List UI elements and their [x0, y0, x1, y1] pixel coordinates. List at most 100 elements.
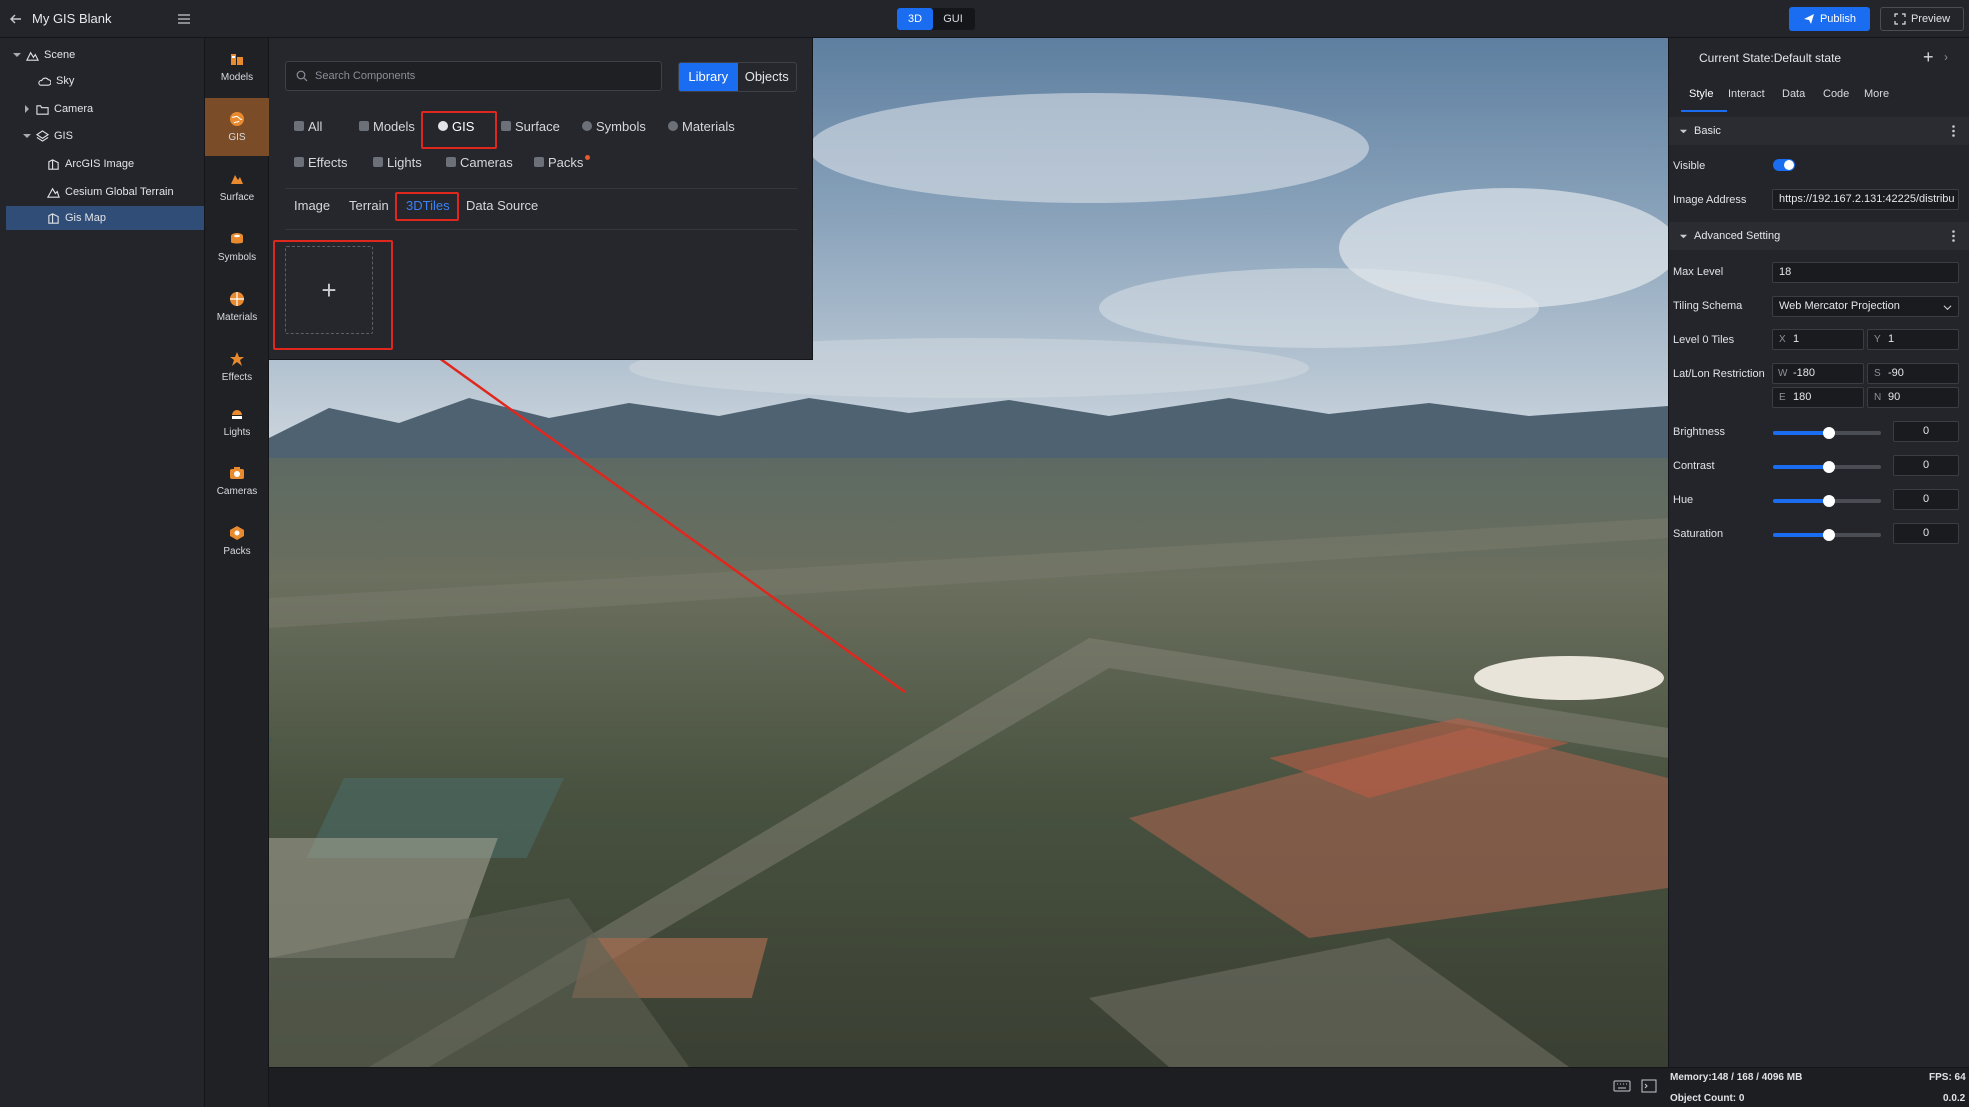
- contrast-slider[interactable]: [1773, 461, 1881, 473]
- tree-item-gis-map[interactable]: Gis Map: [6, 206, 204, 230]
- hue-slider[interactable]: [1773, 495, 1881, 507]
- category-tab-lights[interactable]: Lights: [373, 152, 422, 172]
- add-state-icon[interactable]: +: [1923, 48, 1934, 66]
- subtab-image[interactable]: Image: [294, 196, 330, 216]
- tree-item-label: Camera: [54, 103, 94, 115]
- category-tab-packs[interactable]: Packs: [534, 152, 591, 172]
- category-tab-materials[interactable]: Materials: [668, 116, 735, 136]
- saturation-field[interactable]: 0: [1893, 523, 1959, 544]
- tab-more[interactable]: More: [1864, 88, 1889, 100]
- tab-code[interactable]: Code: [1823, 88, 1849, 100]
- subtab-data-source[interactable]: Data Source: [466, 196, 538, 216]
- rail-label: Surface: [219, 192, 255, 203]
- rail-label: Symbols: [217, 252, 257, 263]
- w-prefix: W: [1778, 368, 1788, 379]
- tab-style[interactable]: Style: [1689, 88, 1713, 100]
- library-button[interactable]: Library: [679, 63, 738, 91]
- saturation-label: Saturation: [1673, 528, 1724, 540]
- brightness-field[interactable]: 0: [1893, 421, 1959, 442]
- symbols-icon: [582, 121, 592, 131]
- s-prefix: S: [1874, 368, 1881, 379]
- rail-item-packs[interactable]: Packs: [205, 512, 269, 570]
- tree-item-label: Gis Map: [65, 212, 106, 224]
- n-prefix: N: [1874, 392, 1882, 403]
- category-tab-effects[interactable]: Effects: [294, 152, 348, 172]
- chevron-down-icon: [1679, 234, 1688, 238]
- tree-item-scene[interactable]: Scene: [0, 43, 204, 67]
- preview-button[interactable]: Preview: [1880, 7, 1964, 31]
- visible-toggle[interactable]: [1773, 159, 1795, 171]
- publish-button[interactable]: Publish: [1789, 7, 1870, 31]
- tree-item-sky[interactable]: Sky: [0, 69, 204, 93]
- back-arrow-icon[interactable]: [8, 11, 24, 27]
- slider-thumb[interactable]: [1823, 495, 1836, 507]
- rail-label: Effects: [221, 372, 253, 383]
- rail-label: Cameras: [216, 486, 258, 497]
- tab-interact[interactable]: Interact: [1728, 88, 1765, 100]
- highlight-3dtiles-tab: [395, 192, 459, 221]
- saturation-slider[interactable]: [1773, 529, 1881, 541]
- rail-item-models[interactable]: Models: [205, 38, 269, 96]
- rail-item-effects[interactable]: Effects: [205, 338, 269, 396]
- tab-data[interactable]: Data: [1782, 88, 1805, 100]
- mode-switch: 3D GUI: [897, 8, 975, 30]
- tiling-schema-select[interactable]: Web Mercator Projection: [1772, 296, 1959, 317]
- image-address-field[interactable]: https://192.167.2.131:42225/distribu: [1772, 189, 1959, 210]
- tree-item-arcgis-image[interactable]: ArcGIS Image: [0, 152, 204, 176]
- terminal-icon[interactable]: [1641, 1079, 1657, 1093]
- chevron-down-icon[interactable]: [22, 131, 32, 141]
- rail-item-gis[interactable]: GIS: [205, 98, 269, 156]
- app-title: My GIS Blank: [32, 11, 112, 26]
- more-vertical-icon[interactable]: [1952, 125, 1955, 137]
- chevron-right-icon[interactable]: [22, 104, 32, 114]
- level0-tiles-label: Level 0 Tiles: [1673, 334, 1735, 346]
- hamburger-menu-icon[interactable]: [176, 11, 192, 27]
- rail-label: GIS: [228, 132, 246, 143]
- effects-icon: [230, 352, 244, 366]
- contrast-field[interactable]: 0: [1893, 455, 1959, 476]
- category-tab-models[interactable]: Models: [359, 116, 415, 136]
- slider-thumb[interactable]: [1823, 529, 1836, 541]
- rail-item-symbols[interactable]: Symbols: [205, 218, 269, 276]
- tree-item-label: Cesium Global Terrain: [65, 186, 174, 198]
- slider-thumb[interactable]: [1823, 461, 1836, 473]
- section-basic-header[interactable]: Basic: [1669, 117, 1969, 145]
- category-tab-cameras[interactable]: Cameras: [446, 152, 513, 172]
- rail-item-surface[interactable]: Surface: [205, 158, 269, 216]
- section-advanced-header[interactable]: Advanced Setting: [1669, 222, 1969, 250]
- chevron-down-icon: [1943, 305, 1952, 311]
- tree-item-gis[interactable]: GIS: [0, 124, 204, 148]
- gis-icon: [36, 129, 49, 142]
- properties-panel: Current State:Default state + › Style In…: [1668, 38, 1969, 1067]
- rail-item-cameras[interactable]: Cameras: [205, 452, 269, 510]
- hue-label: Hue: [1673, 494, 1694, 506]
- category-tab-symbols[interactable]: Symbols: [582, 116, 646, 136]
- tree-item-label: Scene: [44, 49, 76, 61]
- tree-item-cesium-terrain[interactable]: Cesium Global Terrain: [0, 180, 204, 204]
- objects-button[interactable]: Objects: [738, 63, 797, 91]
- search-input[interactable]: Search Components: [285, 61, 662, 91]
- chevron-right-icon[interactable]: ›: [1944, 50, 1948, 64]
- max-level-field[interactable]: 18: [1772, 262, 1959, 283]
- mode-3d-button[interactable]: 3D: [897, 8, 933, 30]
- hue-field[interactable]: 0: [1893, 489, 1959, 510]
- subtab-terrain[interactable]: Terrain: [349, 196, 389, 216]
- category-label: Models: [373, 118, 415, 134]
- category-tab-all[interactable]: All: [294, 116, 322, 136]
- preview-label: Preview: [1910, 13, 1951, 25]
- keyboard-icon[interactable]: [1613, 1080, 1631, 1092]
- brightness-slider[interactable]: [1773, 427, 1881, 439]
- lights-icon: [373, 157, 383, 167]
- rail-label: Packs: [223, 546, 251, 557]
- component-library-panel: Search Components Library Objects All Mo…: [269, 38, 813, 360]
- category-tab-surface[interactable]: Surface: [501, 116, 560, 136]
- library-objects-switch: Library Objects: [678, 62, 797, 92]
- rail-item-materials[interactable]: Materials: [205, 278, 269, 336]
- mode-gui-button[interactable]: GUI: [933, 8, 973, 30]
- rail-item-lights[interactable]: Lights: [205, 393, 269, 451]
- chevron-down-icon[interactable]: [12, 50, 22, 60]
- slider-thumb[interactable]: [1823, 427, 1836, 439]
- tree-item-camera[interactable]: Camera: [0, 97, 204, 121]
- symbols-icon: [231, 233, 243, 244]
- more-vertical-icon[interactable]: [1952, 230, 1955, 242]
